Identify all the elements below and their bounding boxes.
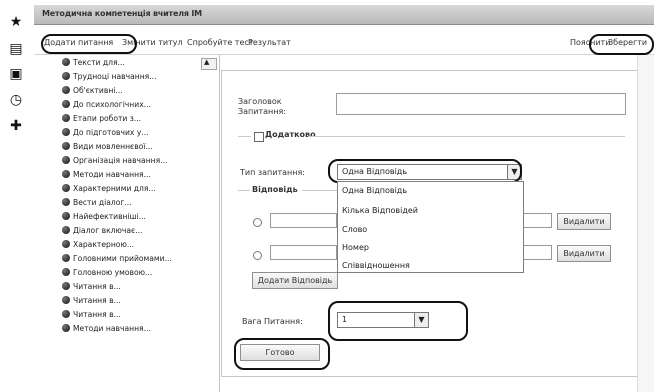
- tree-scroll-up-button[interactable]: [201, 58, 217, 70]
- results-button[interactable]: Результат: [248, 38, 291, 47]
- item-icon: [62, 184, 70, 192]
- answer-radio-1[interactable]: [253, 218, 262, 227]
- item-icon: [62, 170, 70, 178]
- question-type-option[interactable]: Слово: [342, 225, 367, 234]
- item-icon: [62, 142, 70, 150]
- item-icon: [62, 114, 70, 122]
- item-icon: [62, 268, 70, 276]
- additional-checkbox[interactable]: [254, 132, 264, 142]
- separator: [308, 136, 625, 137]
- tree-item[interactable]: До підготовчих у...: [62, 128, 149, 140]
- item-icon: [62, 240, 70, 248]
- item-icon: [62, 156, 70, 164]
- left-rail: ★ ▤ ▣ ◷ ✚: [0, 0, 32, 392]
- tree-item[interactable]: Методи навчання...: [62, 170, 151, 182]
- item-icon: [62, 86, 70, 94]
- question-type-option[interactable]: Номер: [342, 243, 369, 252]
- question-tree[interactable]: Тексти для... Трудноці навчання... Об'єк…: [34, 55, 220, 392]
- tree-item[interactable]: Читання в...: [62, 310, 121, 322]
- tree-item[interactable]: Організація навчання...: [62, 156, 167, 168]
- tree-item[interactable]: Трудноці навчання...: [62, 72, 156, 84]
- item-icon: [62, 310, 70, 318]
- document-icon[interactable]: ▤: [8, 41, 24, 57]
- item-icon: [62, 296, 70, 304]
- item-icon: [62, 324, 70, 332]
- tree-item[interactable]: Читання в...: [62, 282, 121, 294]
- question-header-input[interactable]: [336, 93, 626, 115]
- tree-item[interactable]: Етапи роботи з...: [62, 114, 141, 126]
- separator: [302, 190, 337, 191]
- item-icon: [62, 100, 70, 108]
- separator: [238, 190, 250, 191]
- item-icon: [62, 282, 70, 290]
- answer-input-2-right[interactable]: [522, 245, 552, 260]
- tree-item[interactable]: Види мовленнєвої...: [62, 142, 153, 154]
- item-icon: [62, 128, 70, 136]
- tree-item[interactable]: Найефективніші...: [62, 212, 146, 224]
- window-title: Методична компетенція вчителя ІМ: [42, 9, 202, 18]
- item-icon: [62, 254, 70, 262]
- tree-item[interactable]: Діалог включає...: [62, 226, 142, 238]
- star-icon[interactable]: ★: [8, 14, 24, 30]
- answer-radio-2[interactable]: [253, 251, 262, 260]
- item-icon: [62, 198, 70, 206]
- window-icon[interactable]: ▣: [8, 66, 24, 82]
- tree-item[interactable]: Вести діалог...: [62, 198, 132, 210]
- additional-label: Додатково: [265, 130, 316, 139]
- page-scrollbar[interactable]: [637, 55, 654, 392]
- item-icon: [62, 226, 70, 234]
- question-type-dropdown[interactable]: Одна Відповідь Кілька Відповідей Слово Н…: [337, 181, 524, 273]
- tree-item[interactable]: Характерною...: [62, 240, 134, 252]
- question-type-option[interactable]: Одна Відповідь: [342, 186, 407, 195]
- separator: [238, 136, 251, 137]
- item-icon: [62, 72, 70, 80]
- add-answer-button[interactable]: Додати Відповідь: [252, 272, 338, 289]
- tree-item[interactable]: Головною умовою...: [62, 268, 152, 280]
- remove-answer-button-2[interactable]: Видалити: [557, 245, 611, 262]
- question-type-option[interactable]: Кілька Відповідей: [342, 206, 418, 215]
- highlight-save: [589, 34, 654, 55]
- answer-input-1-right[interactable]: [522, 213, 552, 228]
- question-header-label-line1: Заголовок: [238, 97, 282, 106]
- question-header-label-line2: Запитання:: [238, 107, 286, 116]
- highlight-done: [234, 338, 330, 370]
- tree-item[interactable]: Методи навчання...: [62, 324, 151, 336]
- question-type-option[interactable]: Співвідношення: [342, 261, 410, 270]
- tree-item[interactable]: Об'єктивні...: [62, 86, 123, 98]
- question-weight-label: Вага Питання:: [242, 317, 303, 326]
- highlight-question-type: [328, 159, 522, 183]
- item-icon: [62, 58, 70, 66]
- window-titlebar: Методична компетенція вчителя ІМ: [34, 5, 654, 25]
- remove-answer-button-1[interactable]: Видалити: [557, 213, 611, 230]
- question-type-label: Тип запитання:: [240, 168, 305, 177]
- tree-item[interactable]: Читання в...: [62, 296, 121, 308]
- tree-item[interactable]: Тексти для...: [62, 58, 125, 70]
- answer-input-1-left[interactable]: [270, 213, 337, 228]
- plus-icon[interactable]: ✚: [8, 118, 24, 134]
- toolbar: Додати питання Змінити титул Спробуйте т…: [34, 32, 654, 82]
- answer-input-2-left[interactable]: [270, 245, 337, 260]
- tree-item[interactable]: До психологічних...: [62, 100, 151, 112]
- answer-section-label: Відповідь: [252, 185, 298, 194]
- clock-icon[interactable]: ◷: [8, 92, 24, 108]
- item-icon: [62, 212, 70, 220]
- tree-item[interactable]: Характерними для...: [62, 184, 156, 196]
- tree-item[interactable]: Головними прийомами...: [62, 254, 172, 266]
- highlight-question-weight: [328, 301, 468, 341]
- highlight-add-question: [41, 34, 137, 54]
- try-test-button[interactable]: Спробуйте тест: [187, 38, 253, 47]
